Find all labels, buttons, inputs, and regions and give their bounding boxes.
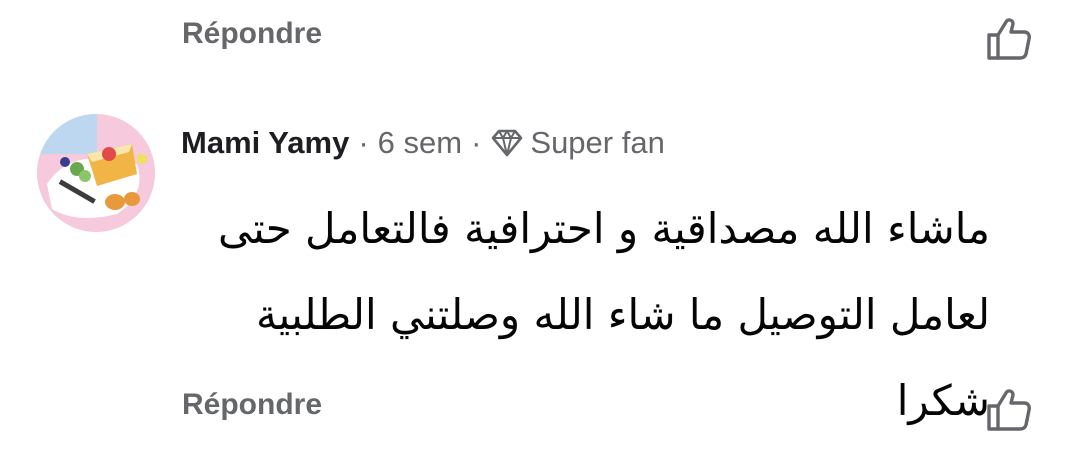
- super-fan-badge[interactable]: Super fan: [490, 125, 665, 161]
- comment-header: Mami Yamy · 6 sem · Super fan: [181, 121, 665, 165]
- reply-button[interactable]: Répondre: [182, 387, 322, 423]
- avatar-image: [37, 114, 155, 232]
- reply-button-previous[interactable]: Répondre: [182, 16, 322, 52]
- diamond-icon: [490, 128, 524, 158]
- thumbs-up-icon: [987, 389, 1031, 431]
- separator-dot: ·: [471, 125, 482, 160]
- author-name[interactable]: Mami Yamy: [181, 125, 349, 161]
- comment-timestamp[interactable]: 6 sem: [378, 125, 462, 161]
- like-button-previous[interactable]: [984, 13, 1034, 63]
- thumbs-up-icon: [987, 18, 1031, 60]
- badge-label: Super fan: [530, 125, 665, 160]
- like-button[interactable]: [984, 384, 1034, 434]
- avatar[interactable]: [37, 114, 155, 232]
- separator-dot: ·: [358, 125, 369, 160]
